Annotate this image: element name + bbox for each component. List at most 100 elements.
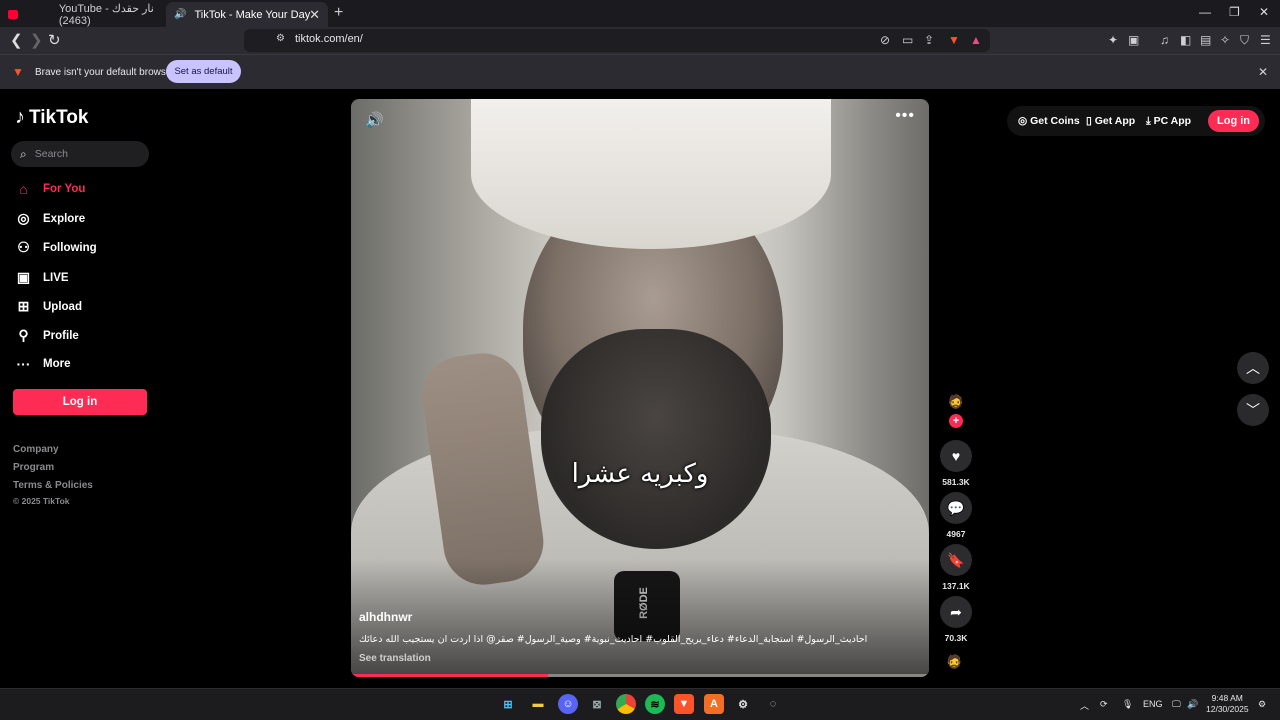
speaker-icon: 🔊 — [174, 9, 187, 20]
reader-icon[interactable]: ⊘ — [880, 33, 890, 47]
get-coins-link[interactable]: ◎ Get Coins — [1018, 115, 1080, 127]
see-translation-link[interactable]: See translation — [359, 653, 431, 664]
back-icon[interactable]: ❮ — [10, 31, 23, 49]
leo-ai-icon[interactable]: ✧ — [1220, 33, 1230, 47]
video-progress-bar[interactable] — [351, 674, 929, 677]
media-icon[interactable]: ♫ — [1160, 33, 1169, 47]
pc-app-link[interactable]: ⤓ PC App — [1146, 115, 1191, 128]
nav-explore[interactable]: ◎ Explore — [15, 210, 85, 227]
microphone-icon[interactable]: 🎙 — [1122, 699, 1133, 710]
windows-start-icon[interactable]: ⊞ — [498, 694, 518, 714]
compass-icon: ◎ — [17, 210, 30, 226]
close-tab-icon[interactable]: ✕ — [309, 7, 320, 23]
previous-video-button[interactable]: ︿ — [1237, 352, 1269, 384]
comment-button[interactable]: 💬 — [940, 492, 972, 524]
nav-label: For You — [43, 183, 86, 195]
tiktok-logo[interactable]: ♪ TikTok — [15, 106, 88, 129]
heart-icon: ♥ — [951, 448, 961, 464]
header-login-button[interactable]: Log in — [1208, 110, 1259, 132]
set-as-default-button[interactable]: Set as default — [166, 60, 241, 83]
share-icon[interactable]: ⇪ — [924, 33, 934, 47]
tiktok-note-icon: ♪ — [15, 106, 25, 128]
url-text[interactable]: tiktok.com/en/ — [295, 33, 363, 45]
nav-live[interactable]: ▣ LIVE — [15, 269, 69, 286]
like-button[interactable]: ♥ — [940, 440, 972, 472]
wallet-icon[interactable]: ▤ — [1200, 33, 1211, 47]
nav-following[interactable]: ⚇ Following — [15, 239, 97, 256]
footer-link-company[interactable]: Company — [13, 444, 59, 455]
app-gear-icon[interactable]: ⚙ — [733, 694, 753, 714]
language-indicator[interactable]: ENG — [1143, 699, 1163, 709]
app-icon[interactable]: ⊠ — [587, 694, 607, 714]
minimize-icon[interactable]: — — [1199, 5, 1211, 19]
chrome-icon[interactable] — [616, 694, 636, 714]
more-icon: ··· — [16, 356, 31, 372]
restore-icon[interactable]: ❐ — [1229, 5, 1240, 19]
sidebar-panel-icon[interactable]: ▣ — [1128, 33, 1139, 47]
video-player[interactable]: RØDE وكبريه عشرا 🔊 ••• alhdhnwr احاديث_ا… — [351, 99, 929, 677]
tray-sync-icon[interactable]: ⟳ — [1100, 699, 1108, 710]
nav-profile[interactable]: ⚲ Profile — [15, 327, 78, 344]
share-arrow-icon: ➦ — [950, 603, 962, 620]
vpn-icon[interactable]: ⛉ — [1240, 33, 1249, 48]
brave-lion-icon: ▼ — [12, 65, 24, 79]
youtube-icon — [8, 10, 18, 19]
reload-icon[interactable]: ↻ — [48, 31, 61, 49]
new-tab-button[interactable]: + — [334, 4, 343, 22]
forward-icon[interactable]: ❯ — [30, 31, 43, 49]
music-disc-icon[interactable]: 🧔 — [946, 654, 962, 670]
volume-icon[interactable]: 🔊 — [365, 111, 384, 129]
search-input[interactable]: ⌕ Search — [11, 141, 149, 167]
footer-link-program[interactable]: Program — [13, 462, 54, 473]
get-app-link[interactable]: ▯ Get App — [1086, 115, 1135, 127]
brave-taskbar-icon[interactable]: ▼ — [674, 694, 694, 714]
video-description: احاديث_الرسول# استجابة_الدعاء# دعاء_يريح… — [359, 634, 868, 645]
volume-tray-icon[interactable]: 🔊 — [1187, 699, 1198, 710]
brave-rewards-icon[interactable]: ▲ — [970, 33, 982, 47]
nav-label: LIVE — [43, 271, 69, 284]
app-loading-icon[interactable]: ◌ — [763, 694, 783, 714]
video-figure-headscarf — [471, 99, 831, 249]
extensions-icon[interactable]: ✦ — [1108, 33, 1118, 47]
copyright: © 2025 TikTok — [13, 496, 70, 506]
sidebar-toggle-icon[interactable]: ◧ — [1180, 33, 1191, 47]
nav-for-you[interactable]: ⌂ For You — [15, 181, 85, 197]
menu-icon[interactable]: ☰ — [1260, 33, 1271, 47]
network-icon[interactable]: 🖵 — [1172, 699, 1181, 710]
nav-label: Explore — [43, 212, 86, 225]
file-explorer-icon[interactable]: ▬ — [528, 694, 548, 714]
system-clock[interactable]: 9:48 AM 12/30/2025 — [1206, 693, 1249, 715]
spotify-icon[interactable]: ≋ — [645, 694, 665, 714]
save-button[interactable]: 🔖 — [940, 544, 972, 576]
site-info-icon[interactable]: ⚙ — [276, 33, 285, 44]
nav-upload[interactable]: ⊞ Upload — [15, 298, 82, 315]
cast-icon[interactable]: ▭ — [902, 33, 913, 47]
brave-shields-icon[interactable]: ▼ — [948, 33, 960, 47]
chevron-down-icon: ﹀ — [1246, 402, 1260, 418]
sidebar-login-button[interactable]: Log in — [13, 389, 147, 415]
tab-tiktok[interactable]: 🔊 TikTok - Make Your Day ✕ — [166, 2, 328, 27]
video-author[interactable]: alhdhnwr — [359, 610, 412, 624]
tray-overflow-icon[interactable]: ︿ — [1080, 699, 1089, 712]
video-progress-fill — [351, 674, 548, 677]
share-button[interactable]: ➦ — [940, 596, 972, 628]
footer-link-terms[interactable]: Terms & Policies — [13, 480, 93, 491]
get-coins-label: Get Coins — [1030, 115, 1080, 127]
follow-plus-button[interactable]: + — [949, 414, 963, 428]
pc-app-label: PC App — [1153, 115, 1192, 127]
nav-more[interactable]: ··· More — [15, 356, 71, 372]
next-video-button[interactable]: ﹀ — [1237, 394, 1269, 426]
search-placeholder: Search — [34, 148, 69, 160]
tab-youtube[interactable]: YouTube - نار حقدك (2463) — [0, 2, 165, 27]
video-caption: وكبريه عشرا — [571, 459, 709, 489]
app-orange-icon[interactable]: A — [704, 694, 724, 714]
profile-icon: ⚲ — [18, 327, 29, 343]
more-options-icon[interactable]: ••• — [895, 107, 915, 125]
close-window-icon[interactable]: ✕ — [1259, 5, 1269, 19]
notification-icon[interactable]: ⚙ — [1258, 699, 1266, 710]
creator-avatar[interactable]: 🧔 — [946, 394, 966, 414]
close-infobar-icon[interactable]: ✕ — [1258, 65, 1268, 79]
discord-icon[interactable]: ☺ — [558, 694, 578, 714]
logo-text: TikTok — [29, 106, 89, 128]
nav-label: Following — [43, 241, 97, 254]
